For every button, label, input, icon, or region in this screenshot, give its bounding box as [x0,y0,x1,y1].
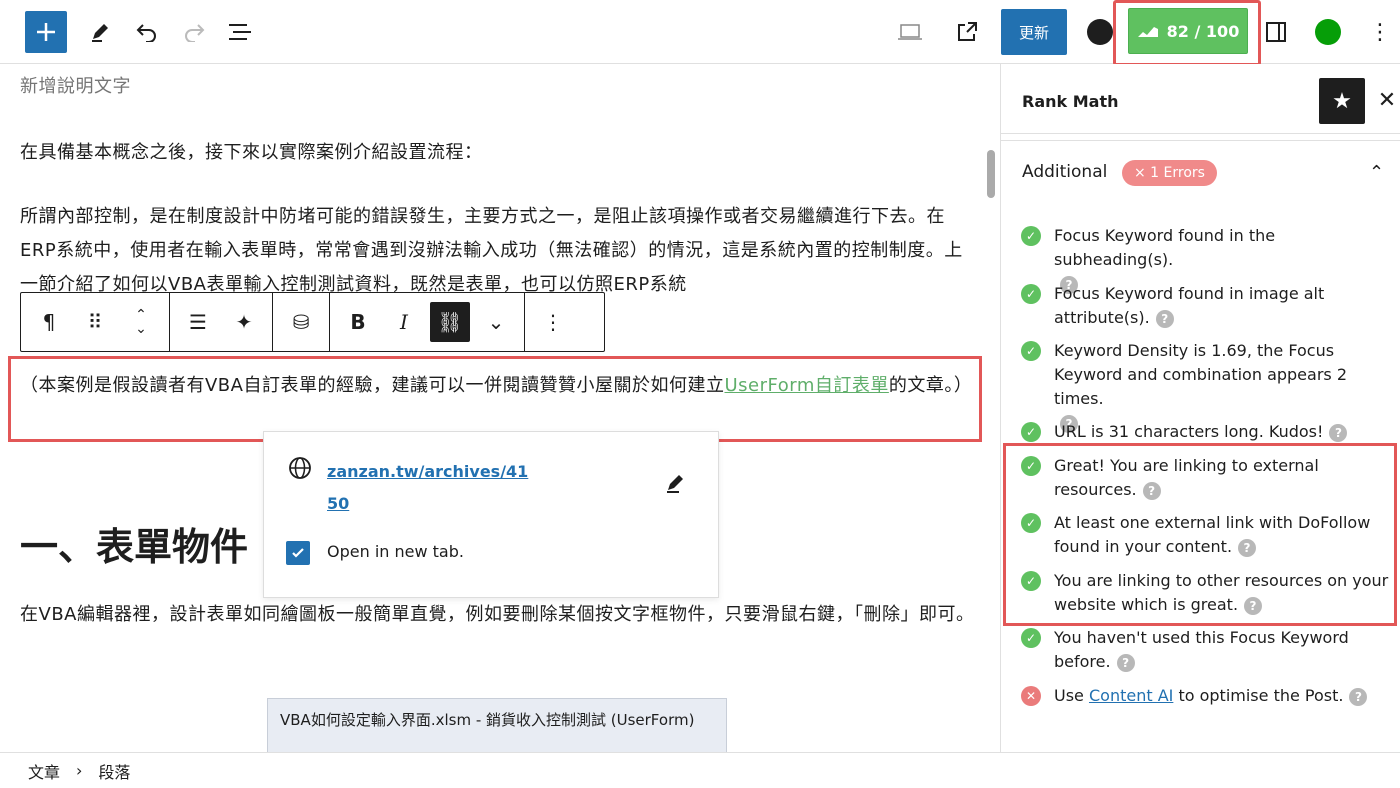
external-link-icon [958,22,977,41]
check-text-post: to optimise the Post. [1173,686,1344,705]
link-url-line2: 50 [327,494,350,513]
check-ok-icon: ✓ [1021,341,1041,361]
sparkle-icon[interactable]: ✦ [224,302,264,342]
check-text: Keyword Density is 1.69, the Focus Keywo… [1054,341,1348,408]
help-icon[interactable]: ? [1349,687,1368,706]
note-text-end: 的文章。） [888,375,973,396]
unlink-icon[interactable]: ⛓ [430,302,470,342]
section-heading[interactable]: 一、表單物件 [20,516,248,571]
database-icon[interactable]: ⛁ [281,302,321,342]
more-vertical-icon: ⋮ [1369,19,1391,45]
paragraph-internal-control[interactable]: 所謂內部控制，是在制度設計中防堵可能的錯誤發生，主要方式之一，是阻止該項操作或者… [20,200,980,302]
link-url[interactable]: zanzan.tw/archives/41 50 [327,456,529,520]
note-text-start: （本案例是假設讀者有VBA自訂表單的經驗，建議可以一併閱讀贊贊小屋關於如何建立 [20,375,725,396]
sidebar-title: Rank Math [1022,92,1119,111]
settings-sidebar-toggle[interactable] [1262,18,1290,46]
check-ok-icon: ✓ [1021,628,1041,648]
paragraph-vba-editor[interactable]: 在VBA編輯器裡，設計表單如同繪圖板一般簡單直覺，例如要刪除某個按文字框物件，只… [20,598,980,632]
list-view-icon [229,24,251,40]
plugin-button[interactable] [1086,18,1114,46]
check-text: You haven't used this Focus Keyword befo… [1054,628,1349,671]
desktop-icon [898,24,922,40]
screenshot-image: VBA如何設定輸入界面.xlsm - 銷貨收入控制測試 (UserForm) [267,698,727,752]
errors-badge: × 1 Errors [1122,160,1217,186]
check-error-icon: ✕ [1021,686,1041,706]
rank-math-score-button[interactable]: 82 / 100 [1128,8,1248,54]
view-post-button[interactable] [953,18,981,46]
check-text-pre: Use [1054,686,1089,705]
close-sidebar-button[interactable]: ✕ [1372,84,1400,116]
chevron-up-icon[interactable]: ⌃ [1369,162,1384,183]
options-menu-button[interactable]: ⋮ [1366,18,1394,46]
check-text: Focus Keyword found in image alt attribu… [1054,284,1325,327]
undo-button[interactable] [133,18,161,46]
close-icon: ✕ [1377,87,1397,113]
update-button[interactable]: 更新 [1001,9,1067,55]
help-icon[interactable]: ? [1329,423,1348,442]
redo-button[interactable] [180,18,208,46]
align-left-icon[interactable]: ☰ [178,302,218,342]
paragraph-icon[interactable]: ¶ [29,302,69,342]
add-block-button[interactable] [25,11,67,53]
check-ok-icon: ✓ [1021,284,1041,304]
help-icon[interactable]: ? [1116,653,1135,672]
jetpack-icon [1315,19,1341,45]
chart-icon [1137,27,1158,37]
editor-canvas: 新增說明文字 在具備基本概念之後，接下來以實際案例介紹設置流程： 所謂內部控制，… [0,64,1000,752]
check-ok-icon: ✓ [1021,422,1041,442]
sidebar-icon [1266,22,1286,42]
italic-icon[interactable]: I [384,302,424,342]
userform-link[interactable]: UserForm自訂表單 [724,375,888,396]
redo-icon [185,24,205,42]
drag-handle-icon[interactable]: ⠿ [75,302,115,342]
rank-math-sidebar: Rank Math ★ ✕ Additional × 1 Errors ⌃ ✓ … [1000,64,1400,752]
open-new-tab-checkbox[interactable] [286,541,310,565]
paragraph-intro[interactable]: 在具備基本概念之後，接下來以實際案例介紹設置流程： [20,136,980,170]
open-new-tab-label: Open in new tab. [327,542,464,561]
plus-icon [37,23,55,41]
bold-icon[interactable]: B [338,302,378,342]
block-toolbar: ¶ ⠿ ⌃ ⌄ ☰ ✦ ⛁ B I ⛓ ⌄ ⋮ [20,292,605,352]
plugin-icon [1087,19,1113,45]
breadcrumb-paragraph[interactable]: 段落 [98,759,130,783]
image-window-title: VBA如何設定輸入界面.xlsm - 銷貨收入控制測試 (UserForm) [280,711,695,729]
editor-scrollbar[interactable] [987,150,995,198]
checkmark-icon [292,548,304,558]
breadcrumb: 文章 › 段落 [0,752,1400,788]
document-overview-button[interactable] [226,18,254,46]
help-icon[interactable]: ? [1155,309,1174,328]
chevron-down-icon[interactable]: ⌄ [476,302,516,342]
more-options-icon[interactable]: ⋮ [533,302,573,342]
score-label: 82 / 100 [1166,21,1240,41]
link-popover: zanzan.tw/archives/41 50 Open in new tab… [263,431,719,598]
pencil-icon [92,24,108,42]
check-ok-icon: ✓ [1021,226,1041,246]
preview-button[interactable] [896,18,924,46]
undo-icon [136,24,156,42]
paragraph-note[interactable]: （本案例是假設讀者有VBA自訂表單的經驗，建議可以一併閱讀贊贊小屋關於如何建立U… [20,369,980,403]
jetpack-button[interactable] [1314,18,1342,46]
edit-link-pencil-icon[interactable] [664,472,686,494]
breadcrumb-post[interactable]: 文章 [28,759,60,783]
check-text: URL is 31 characters long. Kudos! [1054,422,1324,441]
image-caption[interactable]: 新增說明文字 [20,70,980,104]
globe-icon [289,457,311,479]
move-up-down-icon[interactable]: ⌃ ⌄ [121,302,161,342]
link-url-line1: zanzan.tw/archives/41 [327,462,529,481]
top-toolbar: 更新 82 / 100 ⋮ [0,0,1400,66]
sidebar-header: Rank Math ★ ✕ [1001,64,1400,134]
sidebar-divider [1001,140,1400,141]
favorite-button[interactable]: ★ [1319,78,1365,124]
check-text: Focus Keyword found in the subheading(s)… [1054,226,1276,269]
content-ai-link[interactable]: Content AI [1089,686,1173,705]
edit-tool-button[interactable] [86,18,114,46]
external-links-highlight-box [1003,443,1397,626]
star-icon: ★ [1332,88,1352,114]
section-title-additional[interactable]: Additional [1022,162,1107,182]
chevron-right-icon: › [76,761,83,780]
